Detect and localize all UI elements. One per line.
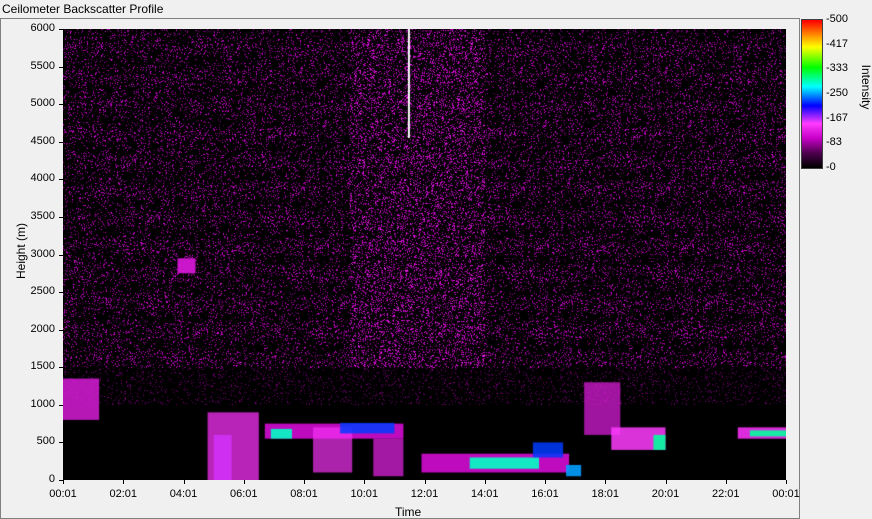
chart-title: Ceilometer Backscatter Profile bbox=[2, 2, 164, 16]
colorbar-tick-label: -333 bbox=[826, 62, 849, 75]
y-axis-label: Height (m) bbox=[14, 223, 28, 280]
y-tick-mark bbox=[59, 292, 63, 294]
y-tick-mark bbox=[59, 66, 63, 68]
x-tick-mark bbox=[183, 480, 185, 484]
y-tick-label: 4000 bbox=[30, 172, 55, 185]
x-tick-label: 06:01 bbox=[229, 488, 258, 500]
colorbar-tick-label: -417 bbox=[826, 37, 849, 50]
x-tick-mark bbox=[364, 480, 366, 484]
x-tick-label: 10:01 bbox=[350, 488, 379, 500]
x-axis-label: Time bbox=[395, 505, 422, 519]
x-tick-mark bbox=[123, 480, 125, 484]
chart-window: Ceilometer Backscatter Profile 0 500 1000 1… bbox=[0, 0, 872, 519]
x-tick-mark bbox=[304, 480, 305, 484]
y-tick-label: 4500 bbox=[30, 134, 55, 147]
x-tick-label: 02:01 bbox=[109, 488, 138, 500]
y-tick-label: 5500 bbox=[30, 59, 55, 72]
x-tick-label: 00:01 bbox=[49, 488, 77, 500]
y-tick-mark bbox=[59, 141, 63, 143]
colorbar-tick-label: -250 bbox=[826, 87, 849, 99]
y-tick-mark bbox=[59, 367, 63, 369]
y-tick-label: 500 bbox=[36, 435, 55, 448]
x-tick-label: 14:01 bbox=[470, 488, 499, 500]
y-tick-label: 6000 bbox=[30, 22, 55, 34]
x-tick-mark bbox=[243, 480, 245, 484]
y-tick-mark bbox=[59, 216, 63, 218]
y-tick-label: 1000 bbox=[30, 397, 55, 410]
x-tick-label: 16:01 bbox=[531, 488, 559, 500]
colorbar-tick-label: -83 bbox=[826, 136, 842, 149]
y-tick-label: 5000 bbox=[30, 97, 55, 110]
x-tick-label: 18:01 bbox=[591, 488, 620, 500]
y-tick-mark bbox=[59, 104, 63, 106]
colorbar-tick-label: -167 bbox=[826, 111, 849, 124]
x-tick-mark bbox=[665, 480, 667, 484]
y-tick-mark bbox=[59, 254, 63, 256]
x-tick-label: 20:01 bbox=[651, 488, 680, 500]
colorbar-tick-label: -500 bbox=[826, 13, 849, 25]
x-tick-mark bbox=[545, 480, 546, 484]
x-tick-mark bbox=[484, 480, 486, 484]
x-tick-mark bbox=[424, 480, 426, 484]
y-tick-mark bbox=[59, 404, 63, 406]
colorbar-label: Intensity bbox=[859, 64, 872, 110]
x-tick-mark bbox=[786, 480, 787, 484]
heatmap-canvas bbox=[63, 29, 786, 480]
y-tick-label: 1500 bbox=[30, 360, 55, 373]
x-tick-label: 12:01 bbox=[410, 488, 439, 500]
y-tick-label: 2000 bbox=[30, 322, 55, 335]
y-tick-mark bbox=[59, 179, 63, 181]
x-tick-mark bbox=[63, 480, 64, 484]
x-tick-label: 22:01 bbox=[711, 488, 740, 500]
x-tick-mark bbox=[605, 480, 607, 484]
colorbar-frame bbox=[801, 19, 823, 169]
colorbar-tick-label: -0 bbox=[826, 161, 836, 173]
x-tick-label: 08:01 bbox=[290, 488, 318, 500]
x-tick-label: 00:01 bbox=[772, 488, 800, 500]
y-tick-label: 0 bbox=[48, 473, 55, 485]
x-tick-mark bbox=[725, 480, 727, 484]
y-tick-mark bbox=[59, 442, 63, 444]
y-tick-mark bbox=[59, 29, 63, 30]
y-tick-mark bbox=[59, 329, 63, 331]
y-tick-label: 2500 bbox=[30, 285, 55, 298]
x-tick-label: 04:01 bbox=[169, 488, 198, 500]
